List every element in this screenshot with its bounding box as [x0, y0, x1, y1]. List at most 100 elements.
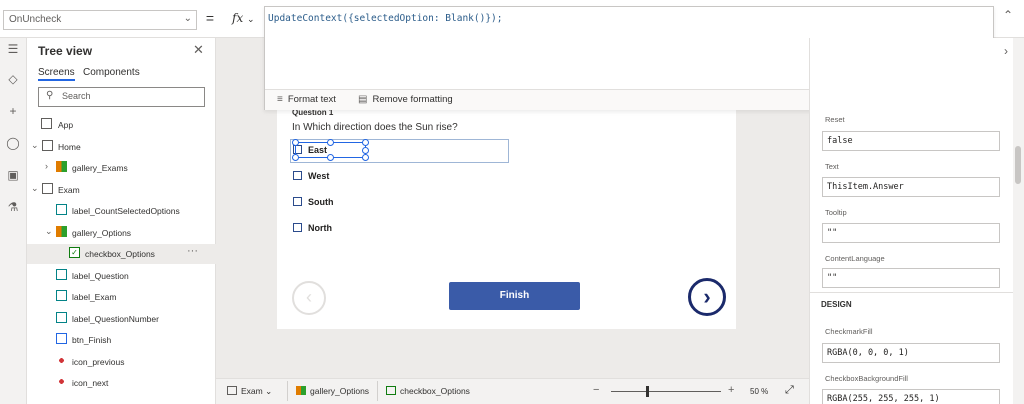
more-options-icon[interactable]: ··· [187, 245, 198, 257]
prop-input-tooltip[interactable]: "" [822, 223, 1000, 243]
tree-node-label-exam[interactable]: label_Exam [27, 287, 216, 307]
chevron-down-icon: ⌄ [31, 140, 39, 150]
zoom-slider[interactable] [611, 391, 721, 392]
breadcrumb-label: Exam [241, 386, 263, 396]
label-icon [56, 290, 67, 301]
button-icon [56, 333, 67, 344]
prop-input-checkboxbackgroundfill[interactable]: RGBA(255, 255, 255, 1) [822, 389, 1000, 404]
tree-view-panel: Tree view ✕ Screens Components ⚲ Search … [27, 38, 216, 404]
chevron-down-icon: ⌄ [265, 386, 273, 396]
divider [287, 381, 288, 401]
tree-node-label: label_CountSelectedOptions [72, 206, 180, 216]
resize-handle[interactable] [362, 154, 369, 161]
tree-node-label: checkbox_Options [85, 249, 155, 259]
scrollbar-thumb[interactable] [1015, 146, 1021, 184]
plus-icon[interactable]: + [4, 104, 22, 122]
tree-node-label: label_Question [72, 271, 129, 281]
checkbox[interactable] [293, 197, 302, 206]
media-icon[interactable]: ▣ [4, 168, 22, 186]
fit-to-window-icon[interactable]: ⤢ [785, 384, 794, 397]
next-icon[interactable]: › [688, 278, 726, 316]
app-icon [41, 118, 52, 129]
layers-icon[interactable]: ◇ [4, 72, 22, 90]
search-placeholder: Search [62, 91, 91, 101]
remove-formatting-icon: ▤ [358, 94, 368, 105]
formula-text[interactable]: UpdateContext({selectedOption: Blank()})… [268, 13, 503, 24]
tree-node-label: Home [58, 142, 81, 152]
option-label: West [308, 171, 330, 181]
tree-node-label: icon_next [72, 378, 109, 388]
prop-input-reset[interactable]: false [822, 131, 1000, 151]
tree-node-home[interactable]: ⌄ Home [27, 137, 216, 157]
checkbox[interactable] [293, 171, 302, 180]
tree-node-gallery-exams[interactable]: › gallery_Exams [27, 158, 216, 178]
database-icon[interactable]: ◯ [4, 136, 22, 154]
tree-node-label-countselectedoptions[interactable]: label_CountSelectedOptions [27, 201, 216, 221]
option-label: North [308, 223, 332, 233]
gallery-icon [296, 386, 306, 395]
resize-handle[interactable] [292, 154, 299, 161]
tree-node-label: label_QuestionNumber [72, 314, 159, 324]
zoom-slider-thumb[interactable] [646, 386, 650, 397]
fx-label: fx [232, 11, 244, 25]
remove-formatting-button[interactable]: ▤ Remove formatting [358, 94, 453, 105]
prop-label-reset: Reset [825, 115, 845, 124]
tab-screens[interactable]: Screens [38, 67, 75, 81]
selection-box[interactable] [292, 139, 369, 161]
tree-node-icon-previous[interactable]: icon_previous [27, 352, 216, 372]
tree-node-checkbox-options[interactable]: ✓ checkbox_Options ··· [27, 244, 216, 264]
checkbox[interactable] [293, 223, 302, 232]
finish-button[interactable]: Finish [449, 282, 580, 310]
tree-node-gallery-options[interactable]: ⌄ gallery_Options [27, 223, 216, 243]
tree-node-label: icon_previous [72, 357, 125, 367]
icon-control-icon [56, 355, 67, 366]
option-label: South [308, 197, 334, 207]
resize-handle[interactable] [327, 154, 334, 161]
property-dropdown[interactable]: OnUncheck ⌄ [3, 10, 197, 30]
prop-input-text[interactable]: ThisItem.Answer [822, 177, 1000, 197]
label-icon [56, 312, 67, 323]
question-text[interactable]: In Which direction does the Sun rise? [292, 122, 458, 133]
format-text-icon: ≡ [277, 94, 283, 105]
chevron-right-icon[interactable]: › [1004, 44, 1008, 58]
tree-node-btn-finish[interactable]: btn_Finish [27, 330, 216, 350]
tab-components[interactable]: Components [83, 67, 140, 78]
tree-node-app[interactable]: App [27, 115, 216, 135]
label-icon [56, 204, 67, 215]
resize-handle[interactable] [362, 139, 369, 146]
properties-scrollbar[interactable] [1013, 38, 1024, 404]
tree-node-label-questionnumber[interactable]: label_QuestionNumber [27, 309, 216, 329]
left-rail: ☰ ◇ + ◯ ▣ ⚗ [0, 38, 27, 404]
prop-input-checkmarkfill[interactable]: RGBA(0, 0, 0, 1) [822, 343, 1000, 363]
search-input[interactable]: ⚲ Search [38, 87, 205, 107]
resize-handle[interactable] [362, 147, 369, 154]
fx-button[interactable]: fx ⌄ [226, 6, 260, 32]
zoom-level: 50 % [750, 387, 769, 396]
chevron-down-icon: ⌄ [45, 226, 53, 236]
previous-icon[interactable]: ‹ [292, 281, 326, 315]
resize-handle[interactable] [327, 139, 334, 146]
tree-node-exam[interactable]: ⌄ Exam [27, 180, 216, 200]
hamburger-icon[interactable]: ☰ [4, 42, 22, 60]
zoom-out-button[interactable]: − [593, 384, 599, 396]
tree-view-title: Tree view [38, 44, 93, 58]
zoom-in-button[interactable]: + [728, 384, 734, 396]
resize-handle[interactable] [292, 139, 299, 146]
breadcrumb-label: gallery_Options [310, 386, 370, 396]
status-bar: Exam ⌄ gallery_Options checkbox_Options … [216, 378, 809, 404]
format-text-button[interactable]: ≡ Format text [277, 94, 336, 105]
tree-node-label: gallery_Options [72, 228, 132, 238]
chevron-up-icon[interactable]: ⌃ [998, 8, 1018, 28]
breadcrumb-exam[interactable]: Exam ⌄ [227, 386, 272, 397]
tree-node-label: btn_Finish [72, 335, 112, 345]
close-icon[interactable]: ✕ [193, 42, 204, 58]
tree-node-icon-next[interactable]: icon_next [27, 373, 216, 393]
tools-icon[interactable]: ⚗ [4, 200, 22, 218]
tree-node-label-question[interactable]: label_Question [27, 266, 216, 286]
prop-input-contentlanguage[interactable]: "" [822, 268, 1000, 288]
checkbox-icon [386, 386, 396, 395]
prop-label-contentlanguage: ContentLanguage [825, 254, 885, 263]
breadcrumb-gallery-options[interactable]: gallery_Options [296, 386, 369, 396]
breadcrumb-checkbox-options[interactable]: checkbox_Options [386, 386, 470, 396]
tree-node-label: gallery_Exams [72, 163, 128, 173]
